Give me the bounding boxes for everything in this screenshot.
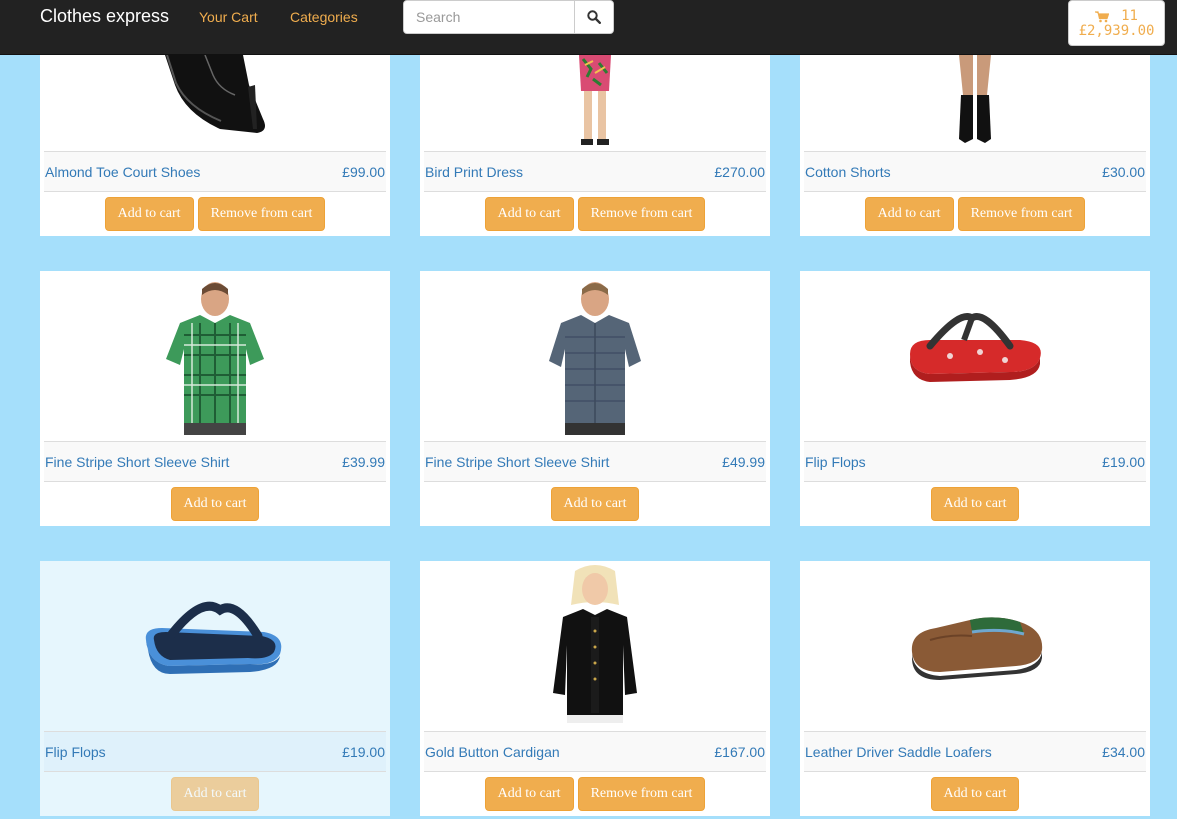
product-name[interactable]: Flip Flops <box>805 454 866 470</box>
product-info-row: Flip Flops £19.00 <box>804 441 1146 482</box>
add-to-cart-button[interactable]: Add to cart <box>170 487 260 521</box>
product-card: Gold Button Cardigan £167.00 Add to cart… <box>420 561 770 816</box>
shopping-cart-icon <box>1095 10 1110 22</box>
product-info-row: Fine Stripe Short Sleeve Shirt £49.99 <box>424 441 766 482</box>
nav-your-cart[interactable]: Your Cart <box>199 9 258 25</box>
product-info-row: Gold Button Cardigan £167.00 <box>424 731 766 772</box>
grey-shirt-image[interactable] <box>420 271 770 439</box>
product-info-row: Flip Flops £19.00 <box>44 731 386 772</box>
product-card: Fine Stripe Short Sleeve Shirt £49.99 Ad… <box>420 271 770 526</box>
product-name[interactable]: Almond Toe Court Shoes <box>45 164 200 180</box>
blue-flip-flops-image[interactable] <box>40 561 390 729</box>
product-price: £19.00 <box>342 744 385 760</box>
nav-categories[interactable]: Categories <box>290 9 358 25</box>
product-card: Flip Flops £19.00 Add to cart <box>40 561 390 816</box>
product-price: £39.99 <box>342 454 385 470</box>
remove-from-cart-button[interactable]: Remove from cart <box>577 777 706 811</box>
cart-total: £2,939.00 <box>1078 23 1155 39</box>
product-price: £30.00 <box>1102 164 1145 180</box>
remove-from-cart-button[interactable]: Remove from cart <box>957 197 1086 231</box>
product-card: Bird Print Dress £270.00 Add to cart Rem… <box>420 55 770 236</box>
remove-from-cart-button[interactable]: Remove from cart <box>197 197 326 231</box>
product-info-row: Cotton Shorts £30.00 <box>804 151 1146 192</box>
add-to-cart-button[interactable]: Add to cart <box>550 487 640 521</box>
add-to-cart-button[interactable]: Add to cart <box>864 197 954 231</box>
product-name[interactable]: Bird Print Dress <box>425 164 523 180</box>
search-icon <box>587 10 601 24</box>
search-button[interactable] <box>574 1 613 33</box>
add-to-cart-button[interactable]: Add to cart <box>930 777 1020 811</box>
product-price: £167.00 <box>714 744 765 760</box>
product-card: Almond Toe Court Shoes £99.00 Add to car… <box>40 55 390 236</box>
shorts-image[interactable] <box>800 55 1150 149</box>
product-name[interactable]: Fine Stripe Short Sleeve Shirt <box>45 454 229 470</box>
add-to-cart-button[interactable]: Add to cart <box>170 777 260 811</box>
search-form <box>403 0 614 34</box>
product-info-row: Bird Print Dress £270.00 <box>424 151 766 192</box>
dress-image[interactable] <box>420 55 770 149</box>
add-to-cart-button[interactable]: Add to cart <box>484 197 574 231</box>
cardigan-image[interactable] <box>420 561 770 729</box>
product-info-row: Leather Driver Saddle Loafers £34.00 <box>804 731 1146 772</box>
cart-summary[interactable]: 11 £2,939.00 <box>1068 0 1165 46</box>
product-price: £19.00 <box>1102 454 1145 470</box>
product-name[interactable]: Fine Stripe Short Sleeve Shirt <box>425 454 609 470</box>
product-price: £99.00 <box>342 164 385 180</box>
add-to-cart-button[interactable]: Add to cart <box>930 487 1020 521</box>
brand-logo[interactable]: Clothes express <box>40 6 169 27</box>
search-input[interactable] <box>404 1 575 33</box>
product-info-row: Fine Stripe Short Sleeve Shirt £39.99 <box>44 441 386 482</box>
product-name[interactable]: Leather Driver Saddle Loafers <box>805 744 992 760</box>
add-to-cart-button[interactable]: Add to cart <box>484 777 574 811</box>
remove-from-cart-button[interactable]: Remove from cart <box>577 197 706 231</box>
product-card: Flip Flops £19.00 Add to cart <box>800 271 1150 526</box>
product-card: Cotton Shorts £30.00 Add to cart Remove … <box>800 55 1150 236</box>
product-name[interactable]: Cotton Shorts <box>805 164 891 180</box>
product-info-row: Almond Toe Court Shoes £99.00 <box>44 151 386 192</box>
product-price: £34.00 <box>1102 744 1145 760</box>
product-price: £49.99 <box>722 454 765 470</box>
product-card: Fine Stripe Short Sleeve Shirt £39.99 Ad… <box>40 271 390 526</box>
red-flip-flops-image[interactable] <box>800 271 1150 439</box>
add-to-cart-button[interactable]: Add to cart <box>104 197 194 231</box>
product-name[interactable]: Flip Flops <box>45 744 106 760</box>
top-navbar: Clothes express Your Cart Categories 11 … <box>0 0 1177 55</box>
product-card: Leather Driver Saddle Loafers £34.00 Add… <box>800 561 1150 816</box>
product-name[interactable]: Gold Button Cardigan <box>425 744 560 760</box>
green-shirt-image[interactable] <box>40 271 390 439</box>
cart-count: 11 <box>1121 8 1138 24</box>
product-price: £270.00 <box>714 164 765 180</box>
loafers-image[interactable] <box>800 561 1150 729</box>
court-shoes-image[interactable] <box>40 55 390 149</box>
